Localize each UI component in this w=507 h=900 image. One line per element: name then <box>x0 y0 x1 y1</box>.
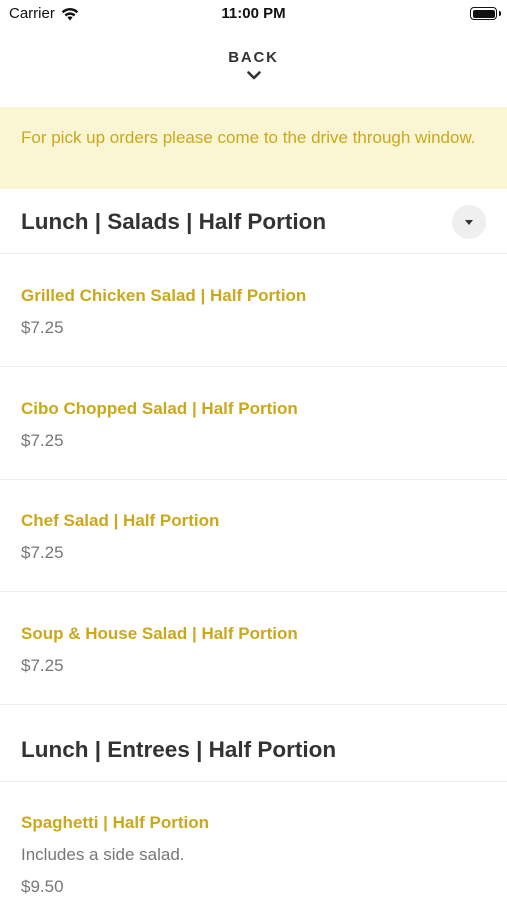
status-time: 11:00 PM <box>221 5 286 22</box>
menu-item-name: Cibo Chopped Salad | Half Portion <box>21 399 298 418</box>
section-title: Lunch | Entrees | Half Portion <box>21 736 337 762</box>
menu-item[interactable]: Spaghetti | Half Portion Includes a side… <box>0 783 507 900</box>
menu-item-price: $7.25 <box>21 543 64 562</box>
menu-item-price: $7.25 <box>21 656 64 675</box>
battery-icon <box>470 7 501 20</box>
menu-item[interactable]: Grilled Chicken Salad | Half Portion $7.… <box>0 254 507 367</box>
menu-item-price: $9.50 <box>21 877 64 896</box>
triangle-down-icon <box>465 219 473 225</box>
pickup-notice: For pick up orders please come to the dr… <box>0 107 507 189</box>
menu-item-price: $7.25 <box>21 318 64 337</box>
menu-item-name: Chef Salad | Half Portion <box>21 511 220 530</box>
menu-item-description: Includes a side salad. <box>21 845 185 864</box>
back-label: BACK <box>228 49 279 66</box>
menu-item-name: Soup & House Salad | Half Portion <box>21 624 298 643</box>
status-bar: Carrier 11:00 PM <box>0 0 507 28</box>
menu-item[interactable]: Chef Salad | Half Portion $7.25 <box>0 479 507 592</box>
menu-item[interactable]: Cibo Chopped Salad | Half Portion $7.25 <box>0 367 507 480</box>
menu-item-name: Spaghetti | Half Portion <box>21 813 209 832</box>
section-title: Lunch | Salads | Half Portion <box>21 208 327 234</box>
section-header-entrees[interactable]: Lunch | Entrees | Half Portion <box>0 718 507 782</box>
section-expand-toggle[interactable] <box>452 205 486 239</box>
menu-item-price: $7.25 <box>21 431 64 450</box>
back-button[interactable]: BACK <box>0 46 507 90</box>
menu-item[interactable]: Soup & House Salad | Half Portion $7.25 <box>0 592 507 705</box>
pickup-notice-text: For pick up orders please come to the dr… <box>21 128 476 147</box>
section-header-salads[interactable]: Lunch | Salads | Half Portion <box>0 190 507 254</box>
menu-item-name: Grilled Chicken Salad | Half Portion <box>21 286 307 305</box>
chevron-down-icon <box>246 71 261 80</box>
